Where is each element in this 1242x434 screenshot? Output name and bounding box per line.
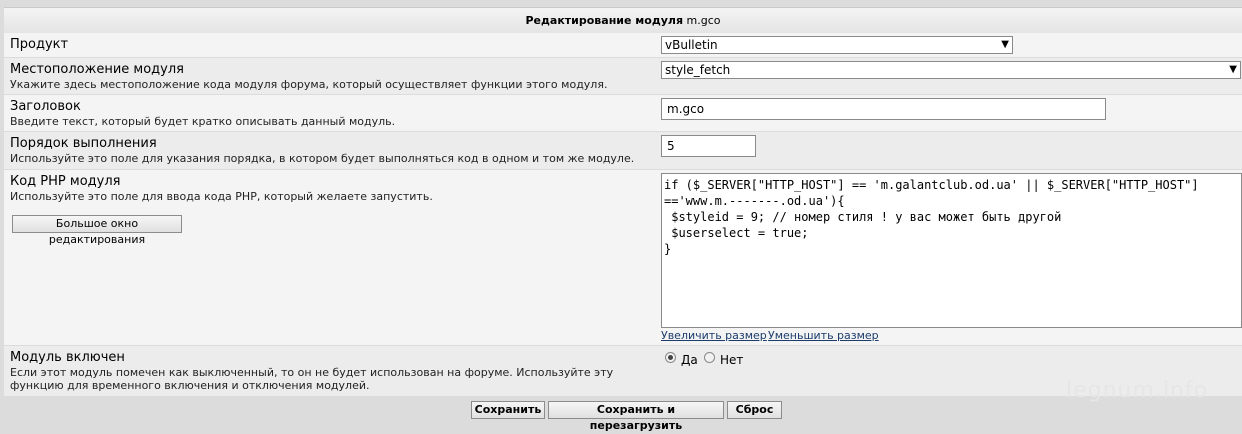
row-php-code: Код PHP модуля Используйте это поле для … [4,170,1242,345]
location-label: Местоположение модуля [10,62,184,77]
save-reload-button[interactable]: Сохранить и перезагрузить [548,401,724,432]
save-button[interactable]: Сохранить [471,401,545,419]
row-order: Порядок выполнения Используйте это поле … [4,132,1242,169]
order-input[interactable]: 5 [661,135,756,157]
reset-button[interactable]: Сброс [727,401,782,419]
php-label: Код PHP модуля [10,174,121,189]
order-desc: Используйте это поле для указания порядк… [10,152,635,165]
enabled-label: Модуль включен [10,350,125,365]
row-product: Продукт vBulletin ▼ [4,33,1242,57]
product-select[interactable]: vBulletin ▼ [661,36,1013,54]
row-enabled: Модуль включен Если этот модуль помечен … [4,346,1242,396]
header-title: Редактирование модуля [525,14,684,27]
location-select-value: style_fetch [665,63,731,77]
enabled-no-radio[interactable] [704,352,715,363]
form-header: Редактирование модуля m.gco [4,7,1242,34]
big-editor-button[interactable]: Большое окно редактирования [12,215,182,246]
enabled-desc-line1: Если этот модуль помечен как выключенный… [10,366,614,379]
order-label: Порядок выполнения [10,136,157,151]
row-location: Местоположение модуля Укажите здесь мест… [4,58,1242,94]
form-footer: Сохранить Сохранить и перезагрузить Сбро… [4,397,1242,432]
edit-module-form: Редактирование модуля m.gco Продукт vBul… [0,0,1242,432]
php-desc: Используйте это поле для ввода кода PHP,… [10,190,433,203]
product-label: Продукт [10,37,69,52]
title-input[interactable]: m.gco [661,98,1106,120]
increase-size-link[interactable]: Увеличить размер [661,329,767,342]
location-desc: Укажите здесь местоположение кода модуля… [10,78,608,91]
watermark-text: legnum.info [1066,378,1209,403]
row-title: Заголовок Введите текст, который будет к… [4,95,1242,131]
chevron-down-icon: ▼ [1001,39,1009,50]
title-label: Заголовок [10,99,81,114]
enabled-desc-line2: функцию для временного включения и отклю… [10,379,370,392]
enabled-yes-radio[interactable] [665,352,676,363]
chevron-down-icon: ▼ [1229,64,1237,75]
php-code-textarea[interactable]: if ($_SERVER["HTTP_HOST"] == 'm.galantcl… [661,173,1242,328]
location-select[interactable]: style_fetch ▼ [661,61,1241,79]
title-desc: Введите текст, который будет кратко опис… [10,115,396,128]
enabled-no-label: Нет [720,353,744,367]
header-module-name: m.gco [686,14,721,27]
enabled-yes-label: Да [681,353,698,367]
product-select-value: vBulletin [665,38,718,52]
decrease-size-link[interactable]: Уменьшить размер [768,329,879,342]
